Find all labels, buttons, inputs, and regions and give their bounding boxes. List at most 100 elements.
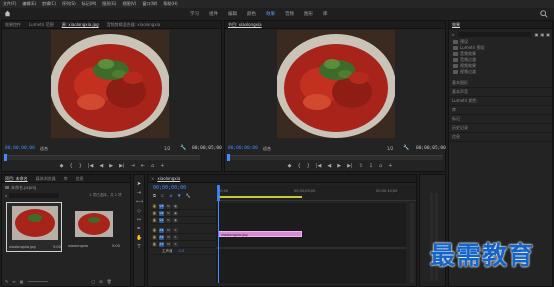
track-target[interactable]: V2: [159, 210, 164, 216]
track-target[interactable]: V1: [159, 217, 164, 223]
timeline-timecode[interactable]: 00;00;00;00: [153, 185, 186, 191]
transport-button-icon[interactable]: {: [297, 162, 300, 171]
master-track-header[interactable]: 主声道 0.0: [150, 248, 216, 255]
workspace-tab[interactable]: 学习: [190, 11, 199, 17]
razor-tool-icon[interactable]: ◇: [136, 208, 142, 214]
program-timecode-current[interactable]: 00;00;00;00: [228, 146, 258, 151]
transport-button-icon[interactable]: ◀: [327, 162, 331, 171]
audio-track-header[interactable]: 🔒 A1 M S: [150, 227, 216, 234]
lock-icon[interactable]: 🔒: [152, 227, 157, 233]
eye-icon[interactable]: ◉: [173, 217, 178, 223]
transport-button-icon[interactable]: +: [388, 162, 392, 171]
menu-item[interactable]: 文件(F): [3, 1, 16, 7]
track-target[interactable]: A1: [159, 227, 164, 233]
new-bin-icon[interactable]: ▢: [92, 279, 96, 285]
search-icon[interactable]: ⌕: [5, 193, 7, 198]
menu-item[interactable]: 帮助(H): [163, 1, 177, 7]
transport-button-icon[interactable]: +: [160, 162, 164, 171]
source-fit-dropdown[interactable]: 适合: [40, 146, 48, 152]
timeline-scrollbar-v[interactable]: [410, 203, 414, 283]
solo-icon[interactable]: S: [173, 241, 178, 247]
playhead-icon[interactable]: [227, 154, 230, 161]
transport-button-icon[interactable]: }: [307, 162, 310, 171]
slip-tool-icon[interactable]: ↔: [136, 217, 142, 223]
track-target[interactable]: V3: [159, 203, 164, 209]
type-tool-icon[interactable]: T: [136, 244, 142, 250]
transport-button-icon[interactable]: ⇧: [359, 162, 363, 171]
audio-track-header[interactable]: 🔒 A2 M S: [150, 234, 216, 241]
panel-section-header[interactable]: 基本图形: [449, 79, 552, 88]
project-tab[interactable]: 信息: [76, 176, 84, 182]
menu-item[interactable]: 编辑(E): [22, 1, 36, 7]
icon-view-icon[interactable]: ▦: [20, 279, 24, 285]
sync-lock-icon[interactable]: ⇆: [166, 210, 171, 216]
audio-track-header[interactable]: 🔒 A3 M S: [150, 241, 216, 248]
transport-button-icon[interactable]: |◀: [316, 162, 322, 171]
transport-button-icon[interactable]: {: [69, 162, 72, 171]
settings-icon[interactable]: 🔧: [186, 193, 191, 198]
hand-tool-icon[interactable]: ✋: [136, 235, 142, 241]
video-clip[interactable]: xiaolongxia.jpg: [218, 231, 302, 237]
workspace-tab[interactable]: 组件: [209, 11, 218, 17]
new-item-icon[interactable]: ⊞: [99, 279, 102, 285]
project-tab[interactable]: 库: [64, 176, 68, 182]
project-search-input[interactable]: [9, 192, 60, 198]
source-ratio-dropdown[interactable]: 1/2: [164, 146, 170, 151]
lock-icon[interactable]: 🔒: [152, 203, 157, 209]
sync-lock-icon[interactable]: ⇆: [166, 203, 171, 209]
yuv-effects-icon[interactable]: ▣: [546, 32, 550, 37]
tab-effect-controls[interactable]: 效果控件: [5, 22, 21, 28]
panel-section-header[interactable]: 库: [449, 106, 552, 115]
menu-item[interactable]: 视图(V): [122, 1, 136, 7]
video-track-header[interactable]: 🔒 V1 ⇆ ◉: [150, 217, 216, 224]
track-target[interactable]: A2: [159, 234, 164, 240]
program-ratio-dropdown[interactable]: 1/2: [387, 146, 393, 151]
transport-button-icon[interactable]: ▶|: [119, 162, 125, 171]
sync-lock-icon[interactable]: ⇆: [166, 217, 171, 223]
transport-button-icon[interactable]: ⇥: [131, 162, 135, 171]
close-icon[interactable]: ×: [151, 176, 154, 181]
trash-icon[interactable]: 🗑: [107, 279, 112, 285]
search-icon[interactable]: ⌕: [452, 32, 454, 37]
transport-button-icon[interactable]: |◀: [88, 162, 94, 171]
tab-source[interactable]: 源: xiaolongxia.jpg: [62, 22, 99, 28]
transport-button-icon[interactable]: ◀: [99, 162, 103, 171]
add-marker-icon[interactable]: ▼: [178, 193, 181, 198]
transport-button-icon[interactable]: ⇤: [141, 162, 145, 171]
list-view-icon[interactable]: ≡: [12, 279, 15, 285]
lock-icon[interactable]: 🔒: [152, 241, 157, 247]
nest-icon[interactable]: ⧉: [153, 193, 156, 198]
menu-item[interactable]: 窗口(W): [142, 1, 157, 7]
wrench-icon[interactable]: 🔧: [403, 145, 409, 151]
transport-button-icon[interactable]: ▶|: [347, 162, 353, 171]
workspace-tab[interactable]: 音频: [285, 11, 294, 17]
transport-button-icon[interactable]: ⌂: [379, 162, 382, 171]
transport-button-icon[interactable]: ▶: [109, 162, 113, 171]
project-item[interactable]: xiaolongxia 5:00: [66, 202, 122, 252]
master-volume[interactable]: 0.0: [179, 249, 185, 253]
menu-item[interactable]: 序列(S): [62, 1, 76, 7]
lock-icon[interactable]: 🔒: [152, 217, 157, 223]
workspace-tab[interactable]: 图形: [304, 11, 313, 17]
linked-selection-icon[interactable]: ⊗: [169, 193, 172, 198]
work-area-bar[interactable]: [218, 196, 302, 198]
pen-tool-icon[interactable]: ✒: [136, 226, 142, 232]
source-timecode-current[interactable]: 00;00;00;00: [5, 146, 35, 151]
eye-icon[interactable]: ◉: [173, 203, 178, 209]
menu-item[interactable]: 标记(M): [82, 1, 97, 7]
solo-icon[interactable]: S: [173, 227, 178, 233]
mute-icon[interactable]: M: [166, 241, 171, 247]
playhead-icon[interactable]: [4, 154, 7, 161]
mute-icon[interactable]: M: [166, 227, 171, 233]
tab-sequence[interactable]: xiaolongxia: [157, 176, 180, 181]
mute-icon[interactable]: M: [166, 234, 171, 240]
solo-icon[interactable]: S: [173, 234, 178, 240]
tab-audio-clip-mixer[interactable]: 音频剪辑混合器: xiaolongxia: [107, 22, 161, 28]
menu-item[interactable]: 剪辑(C): [42, 1, 56, 7]
effects-folder[interactable]: 视频过渡: [453, 69, 551, 75]
lock-icon[interactable]: 🔒: [152, 210, 157, 216]
panel-section-header[interactable]: 历史记录: [449, 124, 552, 133]
track-select-tool-icon[interactable]: ⇥: [136, 190, 142, 196]
project-tab[interactable]: 项目: 未命名: [5, 176, 28, 182]
effects-search-input[interactable]: [458, 31, 531, 37]
